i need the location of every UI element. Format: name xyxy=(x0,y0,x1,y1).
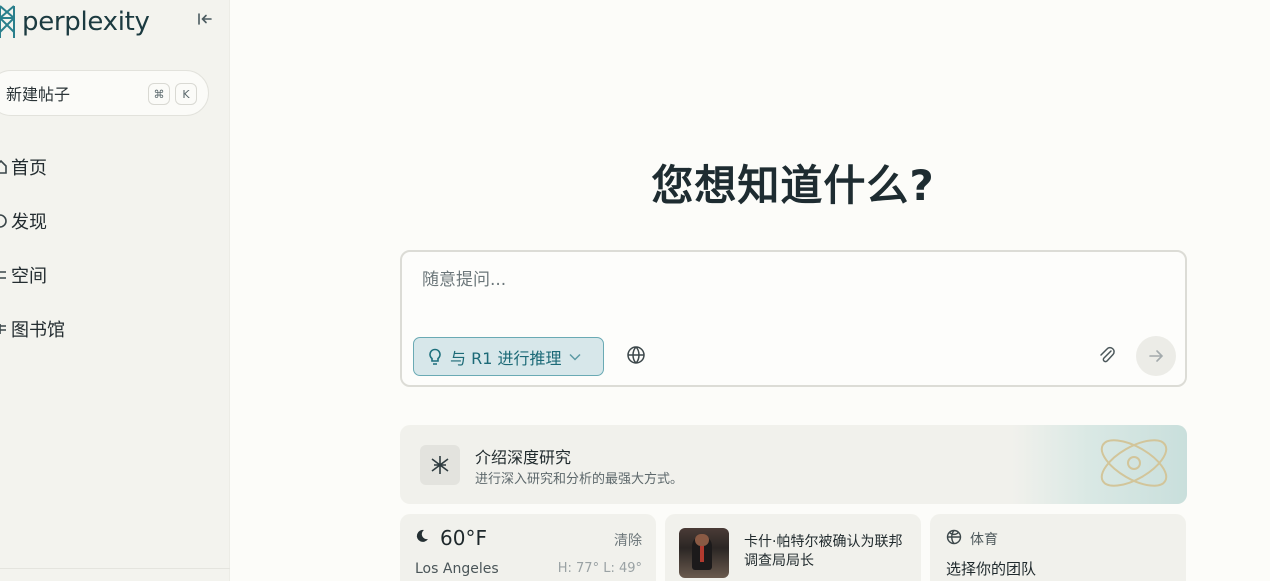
app-name: perplexity xyxy=(22,7,150,37)
new-thread-button[interactable]: 新建帖子 ⌘ K xyxy=(0,70,209,116)
home-icon xyxy=(0,158,8,176)
moon-cloud-icon xyxy=(414,528,432,546)
perplexity-logo-icon xyxy=(0,5,15,38)
weather-high-low: H: 77° L: 49° xyxy=(557,561,642,576)
sidebar-item-label: 空间 xyxy=(11,266,47,287)
page-title: 您想知道什么? xyxy=(651,161,935,210)
promo-illustration xyxy=(1012,425,1187,504)
weather-temperature: 60°F xyxy=(440,526,487,550)
library-icon xyxy=(0,320,8,338)
spaces-icon xyxy=(0,266,8,284)
collapse-sidebar-icon[interactable] xyxy=(194,8,216,30)
sidebar-item-label: 发现 xyxy=(11,212,47,233)
logo[interactable]: perplexity xyxy=(0,2,150,42)
news-title: 卡什·帕特尔被确认为联邦调查局局长 xyxy=(744,534,903,569)
arrow-right-icon xyxy=(1149,350,1164,362)
sports-tag: 体育 xyxy=(970,532,998,548)
deep-research-icon xyxy=(420,445,460,485)
sidebar-item-spaces[interactable]: 空间 xyxy=(0,248,230,302)
reasoning-r1-button[interactable]: 与 R1 进行推理 xyxy=(413,337,604,376)
promo-title: 介绍深度研究 xyxy=(475,448,572,467)
sidebar-item-label: 图书馆 xyxy=(11,320,65,341)
news-thumbnail xyxy=(679,528,729,578)
promo-subtitle: 进行深入研究和分析的最强大方式。 xyxy=(475,472,684,487)
lightbulb-icon xyxy=(429,348,441,365)
new-thread-label: 新建帖子 xyxy=(6,85,71,104)
sports-title: 选择你的团队 xyxy=(946,560,1037,578)
chevron-down-icon xyxy=(569,353,582,361)
ask-input[interactable] xyxy=(422,270,1122,290)
shortcut-cmd-key: ⌘ xyxy=(148,83,170,105)
submit-button[interactable] xyxy=(1136,336,1176,376)
shortcut-k-key: K xyxy=(175,83,197,105)
news-card[interactable]: 卡什·帕特尔被确认为联邦调查局局长 xyxy=(665,514,921,581)
ask-box: 与 R1 进行推理 xyxy=(400,250,1187,387)
sidebar-nav: 首页 发现 空间 图书馆 xyxy=(0,140,230,356)
sidebar-divider xyxy=(0,568,230,569)
weather-city: Los Angeles xyxy=(415,561,499,577)
basketball-icon xyxy=(946,529,964,547)
weather-clear-button[interactable]: 清除 xyxy=(614,530,642,550)
deep-research-promo[interactable]: 介绍深度研究 进行深入研究和分析的最强大方式。 xyxy=(400,425,1187,504)
sidebar-item-discover[interactable]: 发现 xyxy=(0,194,230,248)
compass-icon xyxy=(0,212,8,230)
attach-icon[interactable] xyxy=(1097,345,1119,367)
sports-card[interactable]: 体育 选择你的团队 xyxy=(930,514,1186,581)
sidebar-item-library[interactable]: 图书馆 xyxy=(0,302,230,356)
sidebar: perplexity 新建帖子 ⌘ K 首页 发现 空间 图书馆 xyxy=(0,0,230,581)
weather-widget[interactable]: 60°F 清除 Los Angeles H: 77° L: 49° xyxy=(400,514,656,581)
globe-icon[interactable] xyxy=(626,345,648,367)
sidebar-item-label: 首页 xyxy=(11,158,47,179)
sidebar-item-home[interactable]: 首页 xyxy=(0,140,230,194)
reasoning-label: 与 R1 进行推理 xyxy=(450,348,562,368)
